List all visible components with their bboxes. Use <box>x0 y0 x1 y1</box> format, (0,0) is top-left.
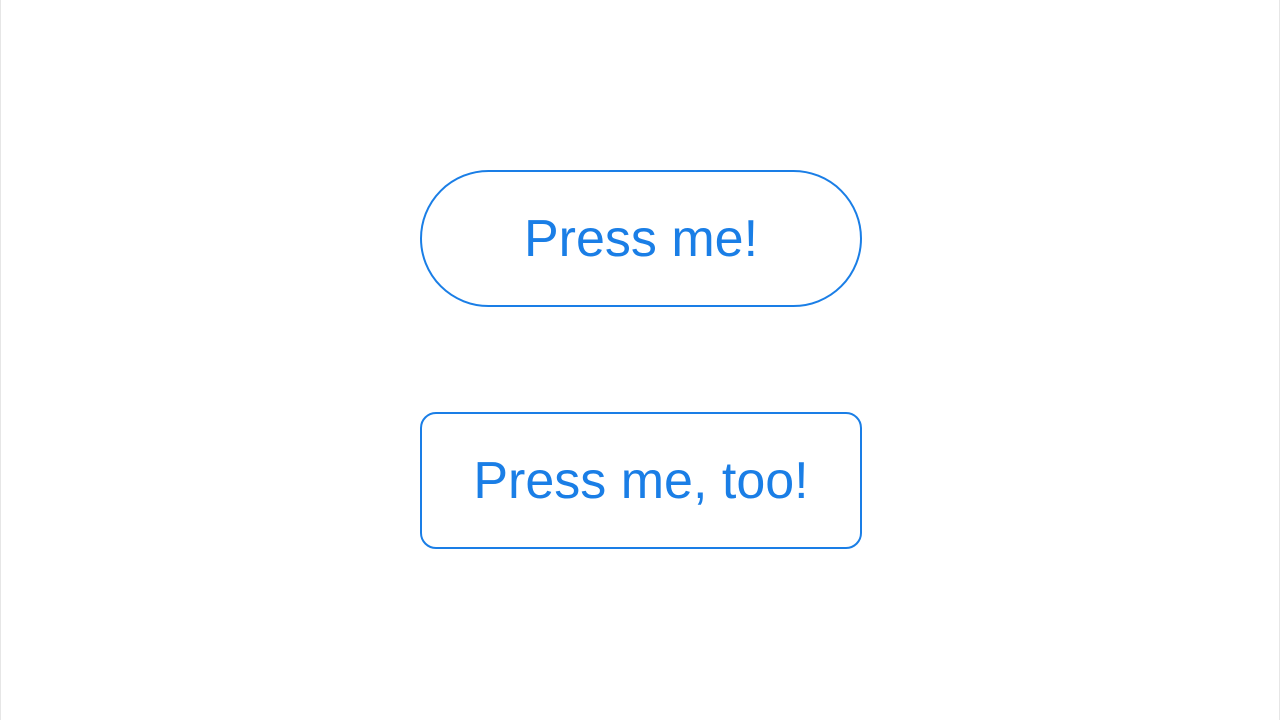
app-screen: Press me! Press me, too! <box>0 0 1280 720</box>
press-me-too-button[interactable]: Press me, too! <box>420 412 862 549</box>
press-me-button[interactable]: Press me! <box>420 170 862 307</box>
